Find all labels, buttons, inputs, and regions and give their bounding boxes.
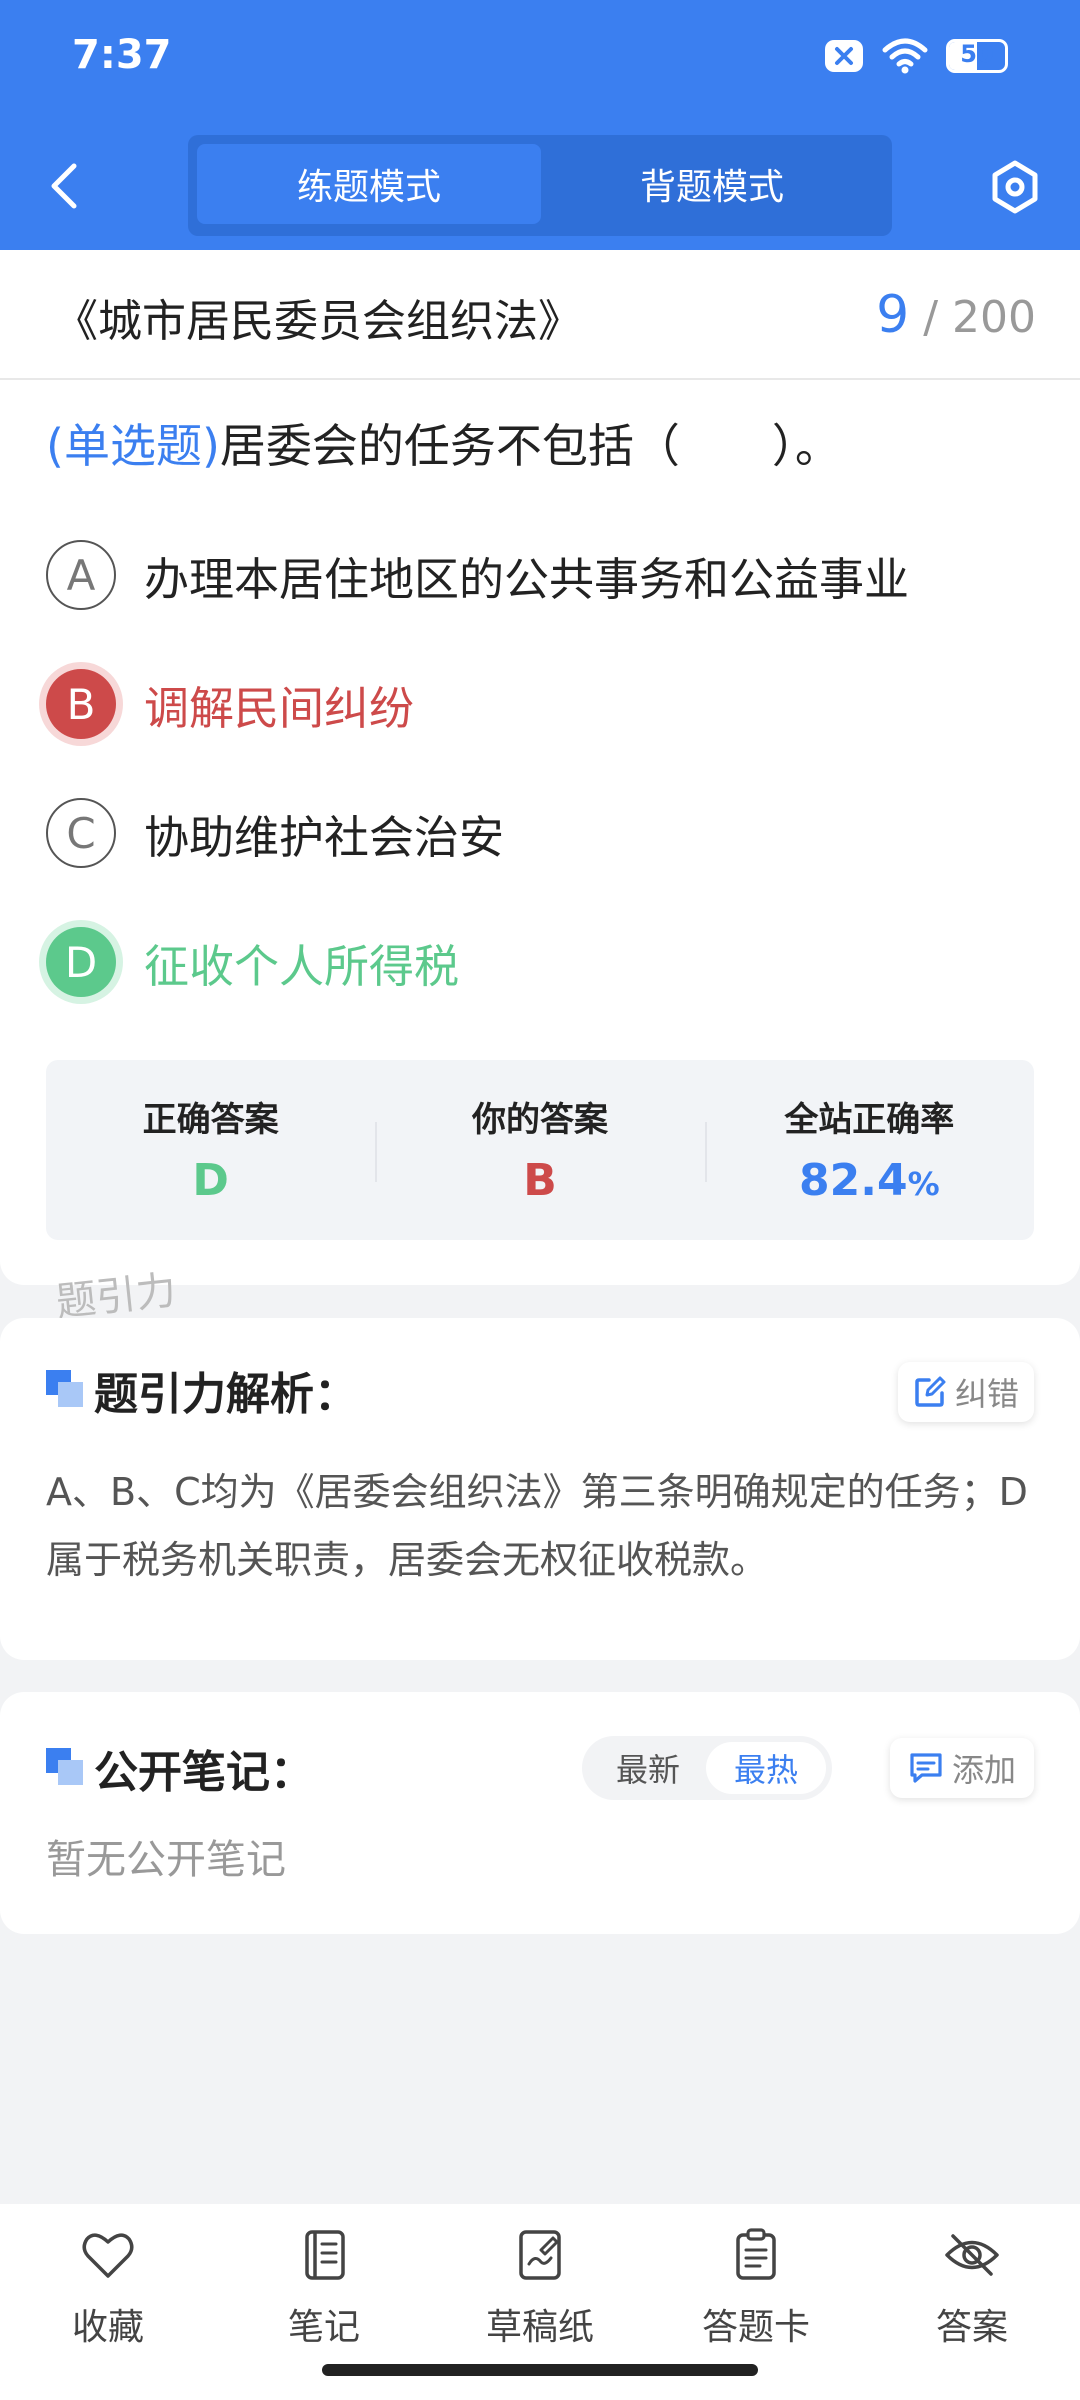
option-text: 征收个人所得税 <box>144 939 460 993</box>
stat-label: 全站正确率 <box>784 1100 955 1140</box>
report-error-label: 纠错 <box>954 1375 1019 1413</box>
mode-switch: 练题模式 背题模式 <box>188 135 892 236</box>
option-text: 协助维护社会治安 <box>144 810 505 864</box>
tab-practice-mode[interactable]: 练题模式 <box>197 144 541 224</box>
nav-label: 答案 <box>935 2307 1008 2348</box>
section-square-icon <box>46 1370 84 1408</box>
public-notes-panel: 公开笔记： 最新 最热 添加 暂无公开笔记 <box>0 1692 1080 1934</box>
nav-label: 答题卡 <box>701 2307 810 2348</box>
option-text: 办理本居住地区的公共事务和公益事业 <box>144 552 910 606</box>
option-text: 调解民间纠纷 <box>144 681 415 735</box>
question-counter: 9 / 200 <box>876 285 1036 345</box>
status-icons: 50 <box>824 38 1008 74</box>
option-a[interactable]: A 办理本居住地区的公共事务和公益事业 <box>46 540 909 610</box>
tab-memorize-mode[interactable]: 背题模式 <box>540 144 884 224</box>
home-indicator[interactable] <box>322 2364 758 2376</box>
nav-answer-toggle[interactable]: 答案 <box>864 2226 1080 2350</box>
add-note-label: 添加 <box>951 1751 1016 1789</box>
nav-favorite[interactable]: 收藏 <box>0 2226 216 2350</box>
question-type: (单选题) <box>46 419 220 473</box>
nav-label: 收藏 <box>71 2307 144 2348</box>
settings-icon[interactable] <box>986 158 1044 216</box>
option-letter: B <box>46 669 116 739</box>
sort-latest[interactable]: 最新 <box>588 1742 708 1794</box>
question-stem: (单选题)居委会的任务不包括（ ）。 <box>46 410 841 476</box>
question-card: 《城市居民委员会组织法》 9 / 200 (单选题)居委会的任务不包括（ ）。 … <box>0 250 1080 1285</box>
analysis-title: 题引力解析： <box>94 1369 358 1420</box>
total-questions: / 200 <box>923 292 1036 343</box>
notes-title: 公开笔记： <box>94 1747 314 1798</box>
notification-icon <box>825 40 863 72</box>
notebook-icon <box>305 2230 345 2280</box>
back-arrow-icon[interactable] <box>40 158 90 214</box>
rate-unit: % <box>907 1165 940 1203</box>
option-letter: A <box>46 540 116 610</box>
stat-label: 你的答案 <box>471 1100 608 1140</box>
option-d[interactable]: D 征收个人所得税 <box>46 927 459 997</box>
stat-your-answer: 你的答案 B <box>375 1060 704 1240</box>
nav-label: 草稿纸 <box>485 2307 594 2348</box>
nav-label: 笔记 <box>287 2307 360 2348</box>
stat-correct-answer: 正确答案 D <box>46 1060 375 1240</box>
stat-value: B <box>523 1155 557 1206</box>
stat-value: D <box>192 1155 229 1206</box>
empty-notes-text: 暂无公开笔记 <box>46 1837 286 1883</box>
battery-level: 50 <box>960 40 994 68</box>
draft-icon <box>519 2230 561 2280</box>
divider <box>0 378 1080 380</box>
nav-notes[interactable]: 笔记 <box>216 2226 432 2350</box>
stat-label: 正确答案 <box>142 1100 279 1140</box>
answer-sheet-icon <box>736 2228 776 2280</box>
answer-stats: 正确答案 D 你的答案 B 全站正确率 82.4% <box>46 1060 1034 1240</box>
option-c[interactable]: C 协助维护社会治安 <box>46 798 504 868</box>
nav-draft[interactable]: 草稿纸 <box>432 2226 648 2350</box>
add-note-button[interactable]: 添加 <box>890 1738 1034 1798</box>
eye-off-icon <box>945 2234 999 2276</box>
option-b[interactable]: B 调解民间纠纷 <box>46 669 414 739</box>
option-letter: D <box>46 927 116 997</box>
report-error-button[interactable]: 纠错 <box>898 1362 1034 1422</box>
sort-hottest[interactable]: 最热 <box>706 1742 826 1794</box>
stat-accuracy-rate: 全站正确率 82.4% <box>704 1060 1034 1240</box>
analysis-panel: 题引力解析： 纠错 A、B、C均为《居委会组织法》第三条明确规定的任务；D属于税… <box>0 1318 1080 1660</box>
nav-answer-sheet[interactable]: 答题卡 <box>648 2226 864 2350</box>
heart-icon <box>82 2233 134 2278</box>
rate-number: 82.4 <box>799 1155 908 1206</box>
analysis-text: A、B、C均为《居委会组织法》第三条明确规定的任务；D属于税务机关职责，居委会无… <box>46 1470 1028 1582</box>
question-text: 居委会的任务不包括（ ）。 <box>219 419 841 473</box>
option-letter: C <box>46 798 116 868</box>
stat-value: 82.4% <box>705 1155 1034 1206</box>
edit-icon <box>915 1376 946 1407</box>
status-time: 7:37 <box>72 32 172 78</box>
top-header: 7:37 50 练题模式 背题模式 <box>0 0 1080 250</box>
comment-icon <box>910 1753 942 1783</box>
notes-sort-toggle: 最新 最热 <box>582 1736 832 1800</box>
current-question-number: 9 <box>876 285 910 345</box>
wifi-icon <box>882 38 928 74</box>
battery-icon: 50 <box>946 39 1008 73</box>
section-square-icon <box>46 1748 84 1786</box>
book-title: 《城市居民委员会组织法》 <box>54 296 582 347</box>
